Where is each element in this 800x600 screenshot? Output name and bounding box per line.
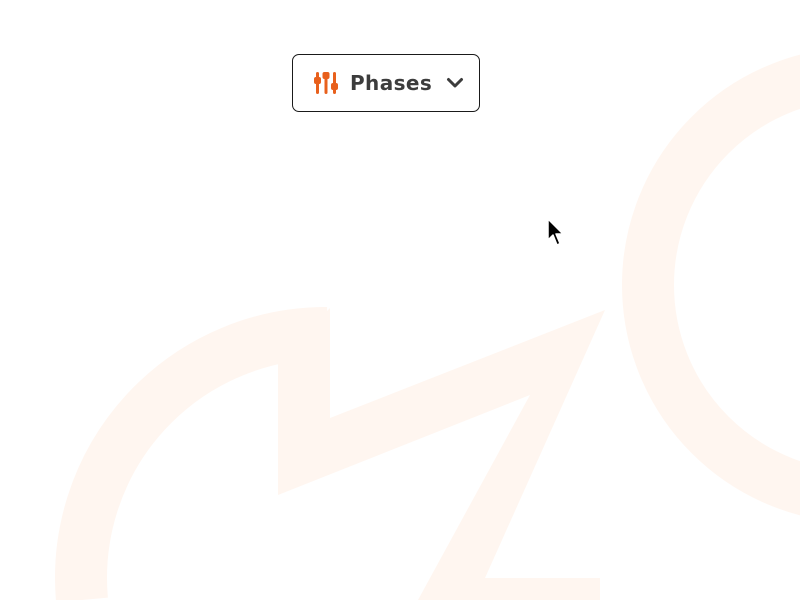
mouse-pointer-icon: [547, 218, 564, 246]
phases-label: Phases: [350, 71, 433, 95]
phases-filter-button[interactable]: Phases: [292, 54, 480, 112]
sliders-icon: [313, 70, 339, 96]
chevron-down-icon: [446, 74, 464, 92]
page-canvas: Phases: [0, 0, 800, 600]
